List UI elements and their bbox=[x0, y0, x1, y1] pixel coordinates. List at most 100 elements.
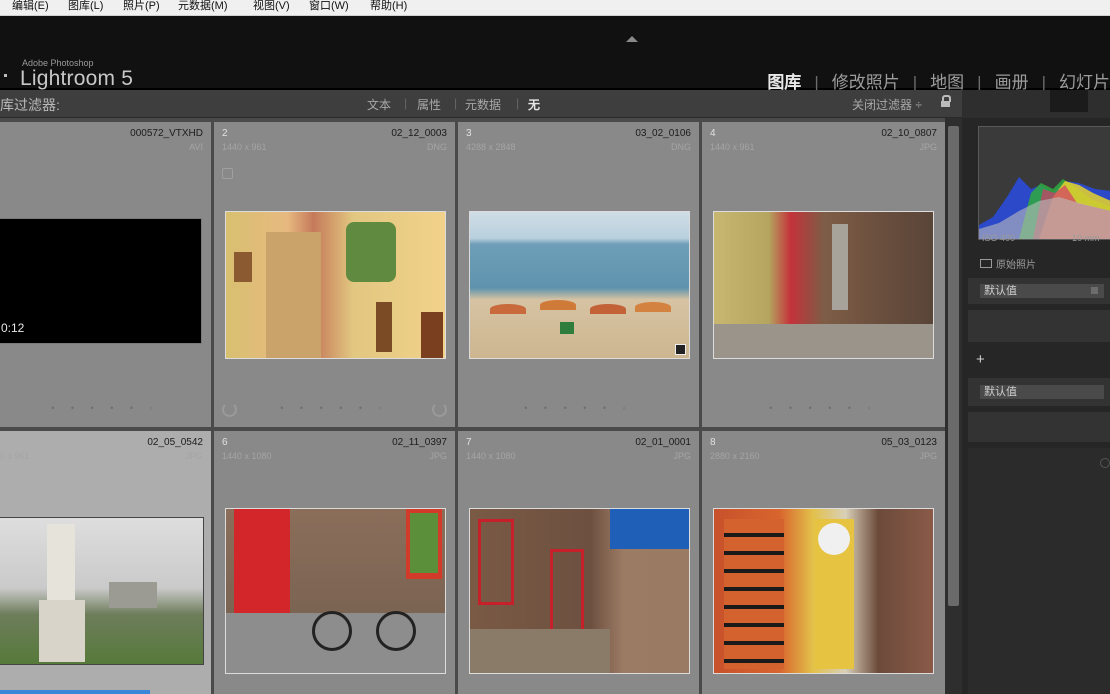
filter-separator: | bbox=[404, 96, 408, 110]
grid-cell[interactable]: 4 02_10_0807 1440 x 961 JPG • • • • • ◦ bbox=[702, 122, 945, 427]
defaults-select-value: 默认值 bbox=[984, 386, 1017, 398]
panel-tab-icon[interactable] bbox=[1050, 90, 1088, 112]
photo-thumbnail-brick-buildings[interactable] bbox=[469, 508, 690, 674]
file-name: 000572_VTXHD bbox=[130, 128, 203, 139]
rating-dots[interactable]: • • • • • ◦ bbox=[458, 403, 699, 413]
grid-cell[interactable]: 3 03_02_0106 4288 x 2848 DNG • • • • • ◦ bbox=[458, 122, 699, 427]
photo-thumbnail-beach[interactable] bbox=[469, 211, 690, 359]
menu-view[interactable]: 视图(V) bbox=[253, 0, 290, 13]
grid-scrollbar[interactable] bbox=[945, 118, 962, 694]
video-thumbnail[interactable]: 0:12 bbox=[0, 218, 202, 344]
photo-thumbnail-painted-pillars[interactable] bbox=[713, 508, 934, 674]
image-dimensions: 1440 x 1080 bbox=[466, 451, 516, 461]
menu-metadata[interactable]: 元数据(M) bbox=[178, 0, 228, 13]
file-name: 03_02_0106 bbox=[635, 128, 691, 139]
collapse-top-panel-icon[interactable] bbox=[626, 36, 638, 42]
filter-separator: | bbox=[454, 96, 458, 110]
video-progress-bar bbox=[0, 690, 150, 694]
rating-dots[interactable]: • • • • • ◦ bbox=[0, 403, 211, 413]
image-dimensions: 4288 x 2848 bbox=[466, 142, 516, 152]
image-dimensions: 2880 x 2160 bbox=[710, 451, 760, 461]
cell-index: 4 bbox=[710, 128, 716, 139]
histogram[interactable] bbox=[978, 126, 1110, 240]
file-type: JPG bbox=[919, 451, 937, 461]
photo-thumbnail-statue-park[interactable] bbox=[0, 517, 204, 665]
dropdown-arrow-icon bbox=[1091, 287, 1098, 294]
grid-cell-selected[interactable]: 02_05_0542 0 x 961 JPG bbox=[0, 431, 211, 694]
edited-badge-icon bbox=[675, 344, 686, 355]
file-type: JPG bbox=[919, 142, 937, 152]
brand-name: Lightroom 5 bbox=[20, 67, 134, 90]
focal-length-readout: 10 mm bbox=[1072, 233, 1100, 243]
panel-grip-icon[interactable] bbox=[1100, 458, 1110, 468]
file-name: 02_10_0807 bbox=[881, 128, 937, 139]
cell-index: 7 bbox=[466, 437, 472, 448]
scrollbar-thumb[interactable] bbox=[948, 126, 959, 606]
file-type: DNG bbox=[427, 142, 447, 152]
close-filter-dropdown[interactable]: 关闭过滤器 ÷ bbox=[852, 96, 922, 113]
cell-index: 8 bbox=[710, 437, 716, 448]
right-panel: ISO 400 10 mm 原始照片 默认值 + 默认值 bbox=[962, 90, 1110, 694]
image-dimensions: 0 x 961 bbox=[0, 451, 30, 461]
image-dimensions: 1440 x 961 bbox=[710, 142, 755, 152]
video-duration: 0:12 bbox=[1, 321, 25, 335]
rating-dots[interactable]: • • • • • ◦ bbox=[214, 403, 455, 413]
brand-dot-icon bbox=[4, 74, 7, 77]
cell-index: 3 bbox=[466, 128, 472, 139]
preset-row: 默认值 bbox=[968, 278, 1110, 304]
file-name: 02_11_0397 bbox=[392, 437, 447, 448]
photo-thumbnail-red-door[interactable] bbox=[225, 508, 446, 674]
panel-lower-area bbox=[968, 448, 1110, 694]
identity-plate: Adobe Photoshop Lightroom 5 图库 | 修改照片 | 地图 | 画… bbox=[0, 16, 1110, 92]
file-type: JPG bbox=[673, 451, 691, 461]
defaults-select[interactable]: 默认值 bbox=[980, 385, 1104, 399]
grid-cell[interactable]: 6 02_11_0397 1440 x 1080 JPG bbox=[214, 431, 455, 694]
thumbnail-grid: 000572_VTXHD AVI 0:12 • • • • • ◦ 2 02_1… bbox=[0, 118, 945, 694]
preset-select[interactable]: 默认值 bbox=[980, 284, 1104, 298]
right-panel-header bbox=[962, 90, 1110, 118]
grid-cell[interactable]: 7 02_01_0001 1440 x 1080 JPG bbox=[458, 431, 699, 694]
rotate-right-icon[interactable] bbox=[432, 402, 447, 417]
file-name: 02_12_0003 bbox=[391, 128, 447, 139]
flag-icon[interactable] bbox=[222, 168, 233, 179]
lock-icon[interactable] bbox=[941, 95, 951, 107]
grid-cell[interactable]: 000572_VTXHD AVI 0:12 • • • • • ◦ bbox=[0, 122, 211, 427]
original-photo-label: 原始照片 bbox=[996, 260, 1036, 271]
menu-photo[interactable]: 照片(P) bbox=[123, 0, 160, 13]
image-dimensions: 1440 x 961 bbox=[222, 142, 267, 152]
grid-cell[interactable]: 2 02_12_0003 1440 x 961 DNG • • • • • ◦ bbox=[214, 122, 455, 427]
plus-icon[interactable]: + bbox=[976, 352, 985, 367]
menu-library[interactable]: 图库(L) bbox=[68, 0, 103, 13]
preset-select-value: 默认值 bbox=[984, 285, 1017, 297]
file-type: DNG bbox=[671, 142, 691, 152]
panel-section bbox=[968, 412, 1110, 442]
iso-readout: ISO 400 bbox=[982, 233, 1016, 243]
file-name: 02_01_0001 bbox=[635, 437, 691, 448]
file-type: JPG bbox=[185, 451, 203, 461]
image-dimensions: 1440 x 1080 bbox=[222, 451, 272, 461]
library-filter-bar: 库过滤器: 文本 | 属性 | 元数据 | 无 关闭过滤器 ÷ bbox=[0, 90, 962, 118]
cell-index: 2 bbox=[222, 128, 228, 139]
photo-thumbnail-statue-square[interactable] bbox=[713, 211, 934, 359]
filter-text-tab[interactable]: 文本 bbox=[367, 96, 391, 113]
filter-metadata-tab[interactable]: 元数据 bbox=[465, 96, 501, 113]
filter-separator: | bbox=[516, 96, 520, 110]
filter-none-tab[interactable]: 无 bbox=[528, 96, 540, 113]
cell-index: 6 bbox=[222, 437, 228, 448]
defaults-row: 默认值 bbox=[968, 378, 1110, 406]
grid-cell[interactable]: 8 05_03_0123 2880 x 2160 JPG bbox=[702, 431, 945, 694]
menu-window[interactable]: 窗口(W) bbox=[309, 0, 349, 13]
original-photo-checkbox[interactable] bbox=[980, 259, 992, 268]
photo-thumbnail-buildings[interactable] bbox=[225, 211, 446, 359]
file-type: AVI bbox=[189, 142, 203, 152]
file-name: 02_05_0542 bbox=[147, 437, 203, 448]
menu-edit[interactable]: 编辑(E) bbox=[12, 0, 49, 13]
rating-dots[interactable]: • • • • • ◦ bbox=[702, 403, 945, 413]
filter-attribute-tab[interactable]: 属性 bbox=[417, 96, 441, 113]
histogram-graph bbox=[979, 177, 1110, 239]
menu-bar: 编辑(E) 图库(L) 照片(P) 元数据(M) 视图(V) 窗口(W) 帮助(… bbox=[0, 0, 1110, 16]
module-picker: 图库 | 修改照片 | 地图 | 画册 | 幻灯片 bbox=[767, 68, 1110, 92]
menu-help[interactable]: 帮助(H) bbox=[370, 0, 407, 13]
panel-section bbox=[968, 310, 1110, 342]
file-name: 05_03_0123 bbox=[881, 437, 937, 448]
